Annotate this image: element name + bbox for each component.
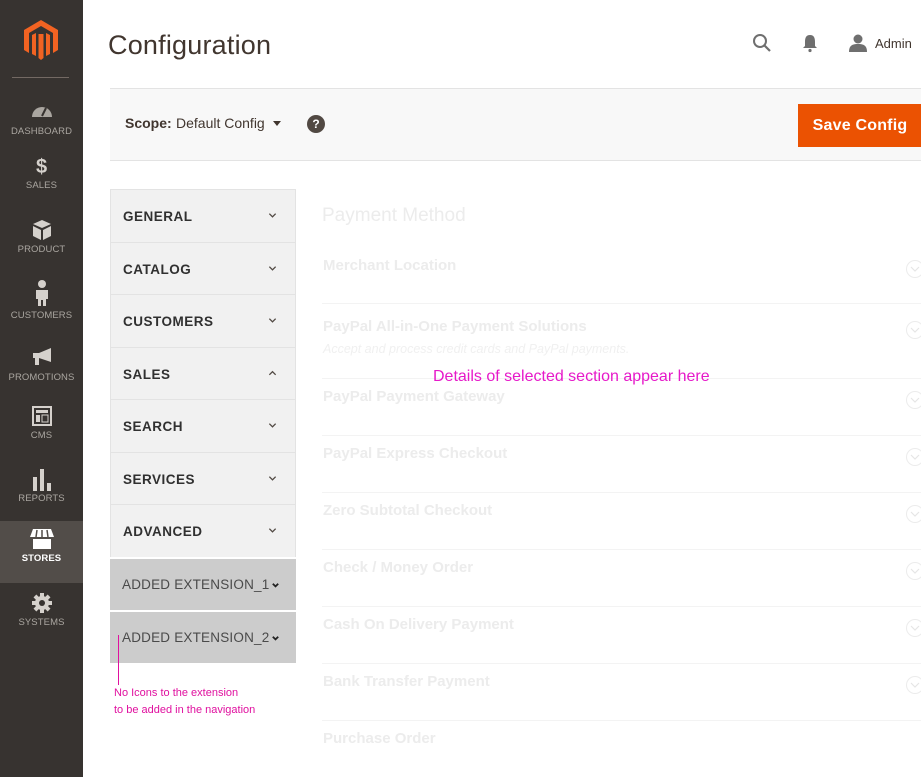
config-tab-sales[interactable]: SALES [110, 346, 296, 399]
expand-circle-icon[interactable] [906, 321, 921, 339]
payment-method-row[interactable]: Bank Transfer Payment [322, 664, 921, 721]
help-icon[interactable]: ? [307, 115, 325, 133]
bell-icon [803, 35, 817, 53]
chevron-down-icon [268, 213, 277, 218]
payment-method-title: Purchase Order [323, 730, 436, 747]
payment-method-row[interactable]: PayPal Payment Gateway [322, 379, 921, 436]
chevron-down-icon [268, 528, 277, 533]
expand-circle-icon[interactable] [906, 619, 921, 637]
config-tab-general[interactable]: GENERAL [110, 189, 296, 242]
payment-method-row[interactable]: Check / Money Order [322, 550, 921, 607]
config-tab-services[interactable]: SERVICES [110, 451, 296, 504]
user-name: Admin [875, 35, 912, 51]
expand-circle-icon[interactable] [906, 676, 921, 694]
payment-method-title: Merchant Location [323, 257, 457, 274]
bar-chart-icon [0, 469, 83, 491]
chevron-down-icon [268, 475, 277, 481]
menu-item-promotions[interactable]: PROMOTIONS [0, 346, 83, 408]
box-icon [0, 220, 83, 242]
payment-method-title: Zero Subtotal Checkout [323, 502, 493, 519]
payment-method-subtitle: Accept and process credit cards and PayP… [323, 342, 630, 356]
scope-switcher[interactable]: Default Config [176, 115, 281, 131]
chevron-down-icon [272, 635, 279, 641]
config-nav: GENERAL CATALOG CUSTOMERS SALES SEARCH S… [110, 189, 296, 663]
user-icon [849, 34, 867, 52]
annotation-nav-note: No Icons to the extension to be added in… [114, 687, 256, 716]
gear-icon [0, 593, 83, 615]
payment-method-row[interactable]: Zero Subtotal Checkout [322, 493, 921, 550]
expand-circle-icon[interactable] [906, 448, 921, 466]
megaphone-icon [0, 348, 83, 370]
search-button[interactable] [752, 33, 772, 53]
expand-circle-icon[interactable] [906, 505, 921, 523]
scope-bar: Scope: Default Config ? Save Config [110, 88, 921, 161]
config-tab-advanced[interactable]: ADVANCED [110, 504, 296, 557]
menu-divider [12, 77, 69, 78]
store-icon [0, 529, 83, 551]
person-icon [0, 280, 83, 308]
expand-circle-icon[interactable] [906, 260, 921, 278]
config-tab-extension-2[interactable]: ADDED EXTENSION_2 [110, 609, 296, 663]
caret-down-icon [272, 120, 281, 126]
annotation-pointer-line [118, 635, 119, 685]
payment-method-title: Cash On Delivery Payment [323, 616, 514, 633]
payment-method-title: PayPal Express Checkout [323, 445, 508, 462]
dollar-icon: $ [35, 156, 48, 178]
payment-method-title: PayPal All-in-One Payment Solutions [323, 318, 587, 335]
chevron-down-icon [268, 265, 277, 271]
menu-item-product[interactable]: PRODUCT [0, 218, 83, 280]
menu-item-cms[interactable]: CMS [0, 406, 83, 468]
annotation-details: Details of selected section appear here [433, 368, 710, 385]
payment-method-title: PayPal Payment Gateway [323, 388, 505, 405]
menu-item-systems[interactable]: SYSTEMS [0, 593, 83, 655]
scope-value: Default Config [176, 115, 265, 131]
config-tab-search[interactable]: SEARCH [110, 399, 296, 452]
save-config-button[interactable]: Save Config [798, 104, 921, 147]
payment-method-row[interactable]: Purchase Order [322, 721, 921, 777]
expand-circle-icon[interactable] [906, 391, 921, 409]
user-menu[interactable]: Admin [849, 33, 912, 53]
menu-item-dashboard[interactable]: DASHBOARD [0, 100, 83, 162]
chevron-up-icon [268, 370, 277, 375]
chevron-down-icon [268, 318, 277, 323]
page-title: Configuration [108, 30, 272, 60]
dashboard-icon [0, 102, 83, 124]
config-tab-catalog[interactable]: CATALOG [110, 241, 296, 294]
chevron-down-icon [268, 423, 277, 428]
menu-item-sales[interactable]: $ SALES [0, 156, 83, 218]
payment-method-row[interactable]: Cash On Delivery Payment [322, 607, 921, 664]
search-icon [753, 34, 771, 52]
menu-item-customers[interactable]: CUSTOMERS [0, 280, 83, 342]
scope-label: Scope: [125, 115, 172, 131]
section-title: Payment Method [322, 205, 466, 226]
expand-circle-icon[interactable] [906, 562, 921, 580]
payment-method-title: Bank Transfer Payment [323, 673, 490, 690]
menu-item-stores[interactable]: STORES [0, 521, 83, 583]
chevron-down-icon [272, 582, 279, 588]
payment-method-row[interactable]: PayPal Express Checkout [322, 436, 921, 493]
payment-method-title: Check / Money Order [323, 559, 474, 576]
config-tab-extension-1[interactable]: ADDED EXTENSION_1 [110, 556, 296, 610]
config-tab-customers[interactable]: CUSTOMERS [110, 294, 296, 347]
layout-icon [0, 406, 83, 428]
magento-logo[interactable] [24, 20, 58, 60]
payment-method-row[interactable]: Merchant Location [322, 248, 921, 304]
admin-menu: DASHBOARD $ SALES PRODUCT CUSTOMERS PROM… [0, 0, 83, 777]
notifications-button[interactable] [801, 33, 819, 53]
